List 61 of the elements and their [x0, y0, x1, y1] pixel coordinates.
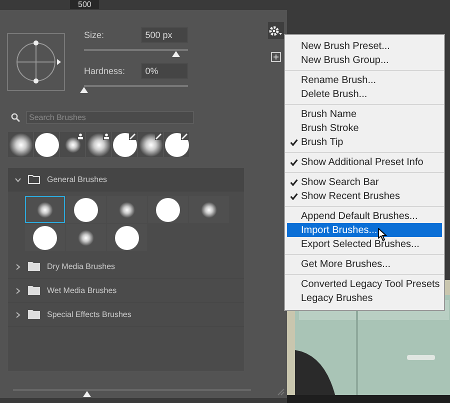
- resize-grip-icon[interactable]: [277, 388, 285, 396]
- brush-group-row[interactable]: Special Effects Brushes: [8, 303, 244, 327]
- size-slider[interactable]: [84, 49, 188, 57]
- menu-item[interactable]: Append Default Brushes...: [285, 209, 444, 223]
- size-label: Size:: [84, 30, 106, 40]
- menu-item[interactable]: Brush Tip: [285, 135, 444, 149]
- pointer-cursor-icon: [378, 228, 388, 240]
- brush-group-row[interactable]: General Brushes: [8, 168, 244, 192]
- recent-brush[interactable]: [138, 132, 163, 157]
- chevron-icon: [15, 288, 21, 294]
- brush-icon: [155, 133, 162, 140]
- settings-button[interactable]: [268, 22, 284, 39]
- folder-icon: [28, 310, 40, 319]
- chevron-icon: [15, 264, 21, 270]
- hardness-input[interactable]: 0%: [141, 62, 188, 78]
- size-input[interactable]: 500 px: [141, 26, 188, 42]
- menu-item[interactable]: Converted Legacy Tool Presets: [285, 277, 444, 291]
- menu-item[interactable]: Show Search Bar: [285, 175, 444, 189]
- search-icon: [11, 113, 20, 122]
- brush-thumbnail[interactable]: [107, 196, 147, 223]
- search-field[interactable]: Search Brushes: [26, 111, 194, 124]
- brush-icon: [181, 133, 188, 140]
- menu-item[interactable]: Delete Brush...: [285, 87, 444, 101]
- chevron-icon: [15, 176, 21, 182]
- new-brush-icon[interactable]: [271, 52, 281, 62]
- brush-group-row[interactable]: Dry Media Brushes: [8, 255, 244, 279]
- menu-item[interactable]: Brush Name: [285, 107, 444, 121]
- recent-brush[interactable]: [60, 132, 85, 157]
- preview-size-slider[interactable]: [13, 389, 251, 397]
- menu-item[interactable]: Rename Brush...: [285, 73, 444, 87]
- brush-thumbnail[interactable]: [148, 196, 188, 223]
- recent-brush[interactable]: [112, 132, 137, 157]
- person-icon: [103, 133, 110, 140]
- menu-item[interactable]: Get More Brushes...: [285, 257, 444, 271]
- menu-item[interactable]: New Brush Preset...: [285, 39, 444, 53]
- menu-item[interactable]: Legacy Brushes: [285, 291, 444, 305]
- size-field[interactable]: 500: [70, 0, 100, 9]
- menu-item[interactable]: Show Recent Brushes: [285, 189, 444, 203]
- brush-thumbnail[interactable]: [66, 196, 106, 223]
- folder-icon: [28, 175, 40, 184]
- folder-icon: [28, 262, 40, 271]
- menu-item[interactable]: Show Additional Preset Info: [285, 155, 444, 169]
- brush-thumbnail[interactable]: [25, 224, 65, 251]
- recent-brush[interactable]: [86, 132, 111, 157]
- brush-group-row[interactable]: Wet Media Brushes: [8, 279, 244, 303]
- brush-thumbnail[interactable]: [189, 196, 229, 223]
- brush-thumbnail[interactable]: [25, 196, 65, 223]
- folder-icon: [28, 286, 40, 295]
- menu-item[interactable]: Export Selected Brushes...: [285, 237, 444, 251]
- brush-thumbnail[interactable]: [107, 224, 147, 251]
- hardness-label: Hardness:: [84, 66, 126, 76]
- person-icon: [77, 133, 84, 140]
- menu-item[interactable]: New Brush Group...: [285, 53, 444, 67]
- brush-icon: [129, 133, 136, 140]
- brush-tip-preview-drawing: [7, 33, 65, 91]
- chevron-icon: [15, 312, 21, 318]
- menu-item[interactable]: Brush Stroke: [285, 121, 444, 135]
- recent-brush[interactable]: [164, 132, 189, 157]
- recent-brush[interactable]: [34, 132, 59, 157]
- brush-thumbnail[interactable]: [66, 224, 106, 251]
- recent-brush[interactable]: [8, 132, 33, 157]
